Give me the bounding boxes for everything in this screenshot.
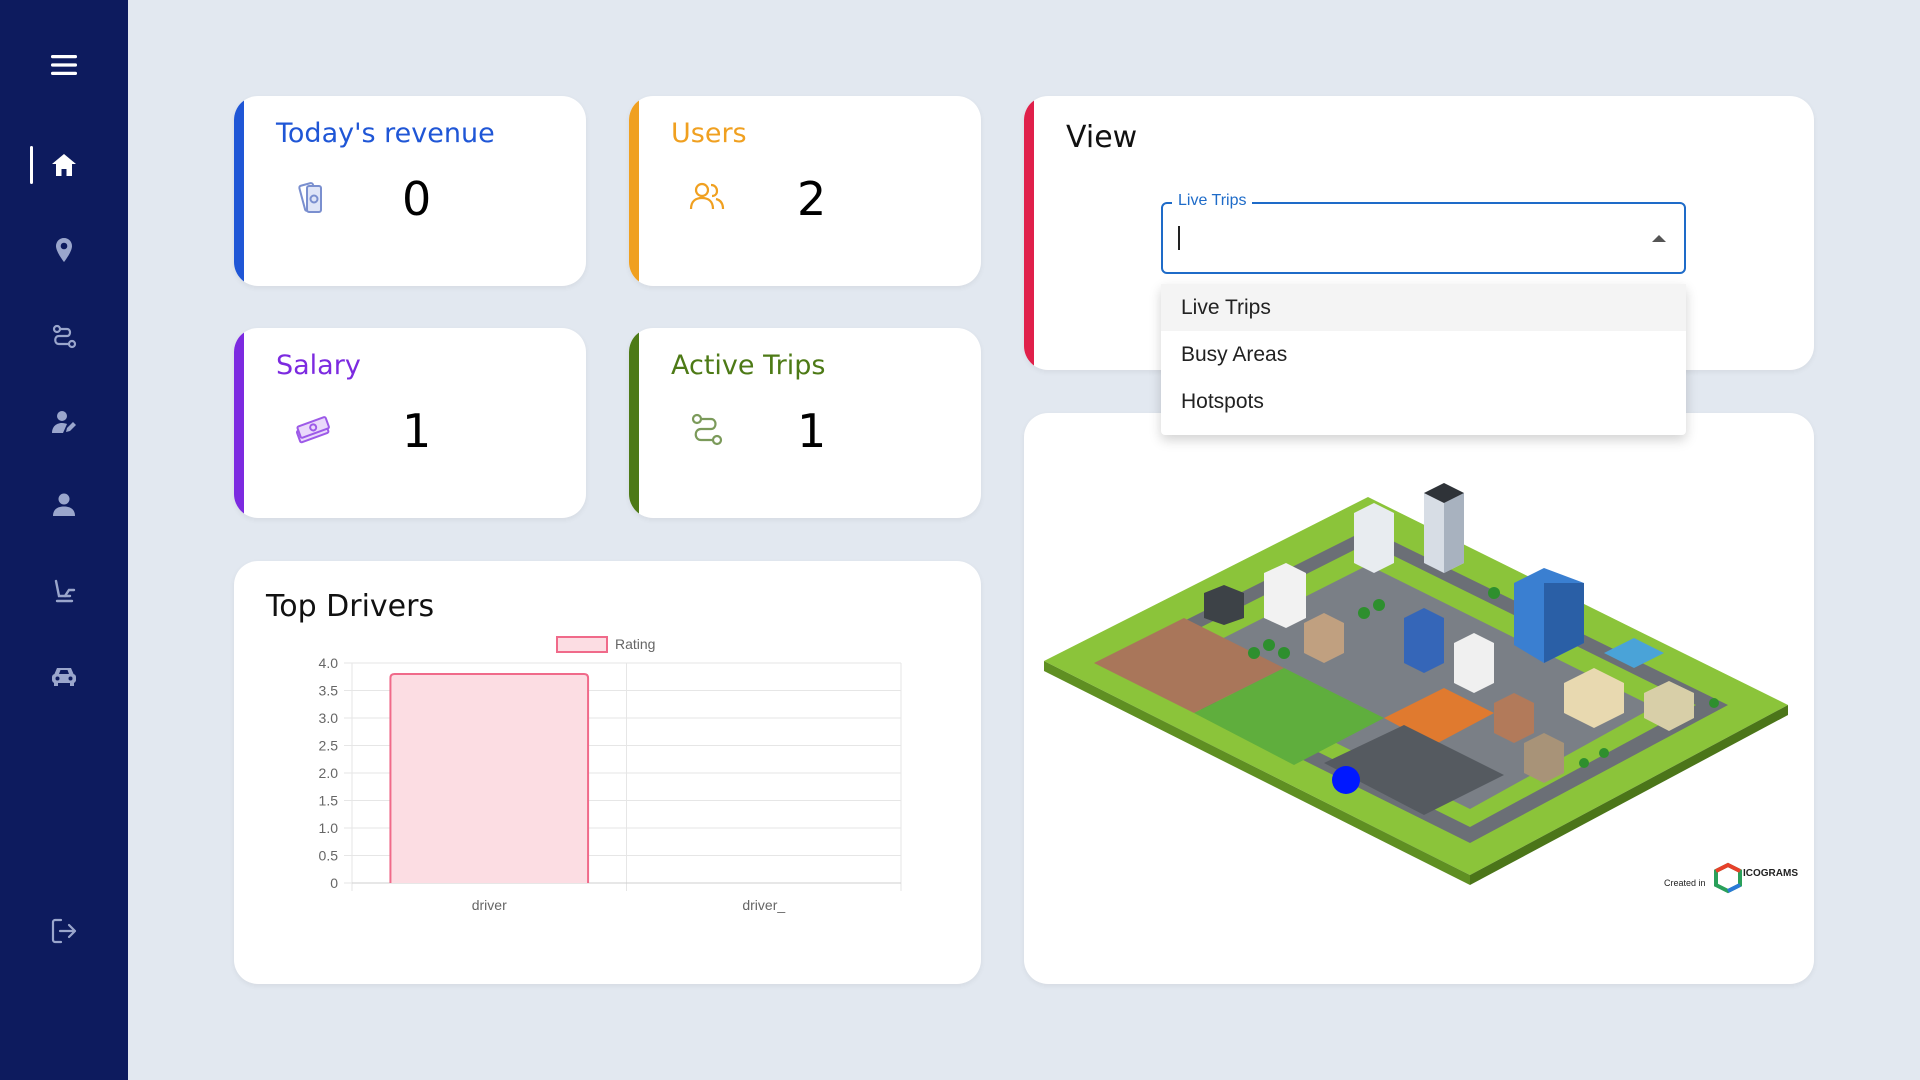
- view-dropdown-menu: Live Trips Busy Areas Hotspots: [1161, 284, 1686, 435]
- option-busy-areas[interactable]: Busy Areas: [1161, 331, 1686, 378]
- y-tick-label: 1.5: [319, 793, 339, 809]
- home-icon[interactable]: [39, 140, 89, 190]
- users-title: Users: [671, 118, 747, 149]
- money-icon: [292, 178, 332, 218]
- salary-card: Salary 1: [234, 328, 586, 518]
- user-edit-icon[interactable]: [39, 397, 89, 447]
- map-credit-brand: ICOGRAMS: [1743, 868, 1798, 879]
- option-live-trips[interactable]: Live Trips: [1161, 284, 1686, 331]
- menu-icon[interactable]: [39, 40, 89, 90]
- bar: [389, 673, 590, 883]
- x-tick-label: driver: [472, 897, 507, 913]
- card-accent: [234, 96, 244, 286]
- cash-stack-icon: [292, 410, 332, 450]
- y-tick-label: 2.0: [319, 765, 339, 781]
- card-accent: [629, 328, 639, 518]
- legend-label: Rating: [615, 636, 655, 652]
- card-accent: [234, 328, 244, 518]
- logout-icon[interactable]: [39, 906, 89, 956]
- legend-swatch: [556, 636, 608, 653]
- view-select-label: Live Trips: [1172, 192, 1253, 210]
- user-icon[interactable]: [39, 480, 89, 530]
- route-icon: [687, 410, 727, 450]
- location-pin-icon[interactable]: [39, 225, 89, 275]
- map-card: Created in ICOGRAMS: [1024, 413, 1814, 984]
- active-trips-value: 1: [797, 404, 827, 458]
- y-tick-label: 4.0: [319, 655, 339, 671]
- icograms-logo: ICOGRAMS: [1714, 862, 1798, 894]
- active-trips-card: Active Trips 1: [629, 328, 981, 518]
- text-cursor: [1178, 226, 1180, 250]
- revenue-value: 0: [402, 172, 432, 226]
- y-tick-label: 1.0: [319, 820, 339, 836]
- y-tick-label: 3.5: [319, 683, 339, 699]
- salary-value: 1: [402, 404, 432, 458]
- taxi-icon[interactable]: [39, 650, 89, 700]
- route-icon[interactable]: [39, 312, 89, 362]
- top-drivers-card: Top Drivers Rating 4.0 3.5 3.0 2.5 2.0 1.5 1.0 0…: [234, 561, 981, 984]
- option-hotspots[interactable]: Hotspots: [1161, 378, 1686, 425]
- seat-icon[interactable]: [39, 567, 89, 617]
- top-drivers-chart: Rating 4.0 3.5 3.0 2.5 2.0 1.5 1.0 0.5 0 driver dri…: [319, 636, 902, 913]
- users-value: 2: [797, 172, 827, 226]
- view-select[interactable]: [1161, 202, 1686, 274]
- active-trips-title: Active Trips: [671, 350, 826, 381]
- y-tick-label: 0: [330, 875, 338, 891]
- city-map-illustration[interactable]: Created in ICOGRAMS: [1024, 413, 1814, 984]
- trip-marker[interactable]: [1332, 766, 1360, 794]
- card-accent: [1024, 96, 1034, 370]
- view-title: View: [1066, 120, 1138, 155]
- map-credit-prefix: Created in: [1664, 878, 1706, 888]
- revenue-card: Today's revenue 0: [234, 96, 586, 286]
- x-tick-label: driver_: [742, 897, 785, 913]
- y-tick-label: 0.5: [319, 848, 339, 864]
- y-tick-label: 2.5: [319, 738, 339, 754]
- active-indicator: [30, 146, 33, 184]
- sidebar: [0, 0, 128, 1080]
- users-card: Users 2: [629, 96, 981, 286]
- y-tick-label: 3.0: [319, 710, 339, 726]
- users-icon: [687, 178, 727, 218]
- card-accent: [629, 96, 639, 286]
- salary-title: Salary: [276, 350, 361, 381]
- revenue-title: Today's revenue: [276, 118, 495, 149]
- caret-up-icon[interactable]: [1652, 235, 1666, 242]
